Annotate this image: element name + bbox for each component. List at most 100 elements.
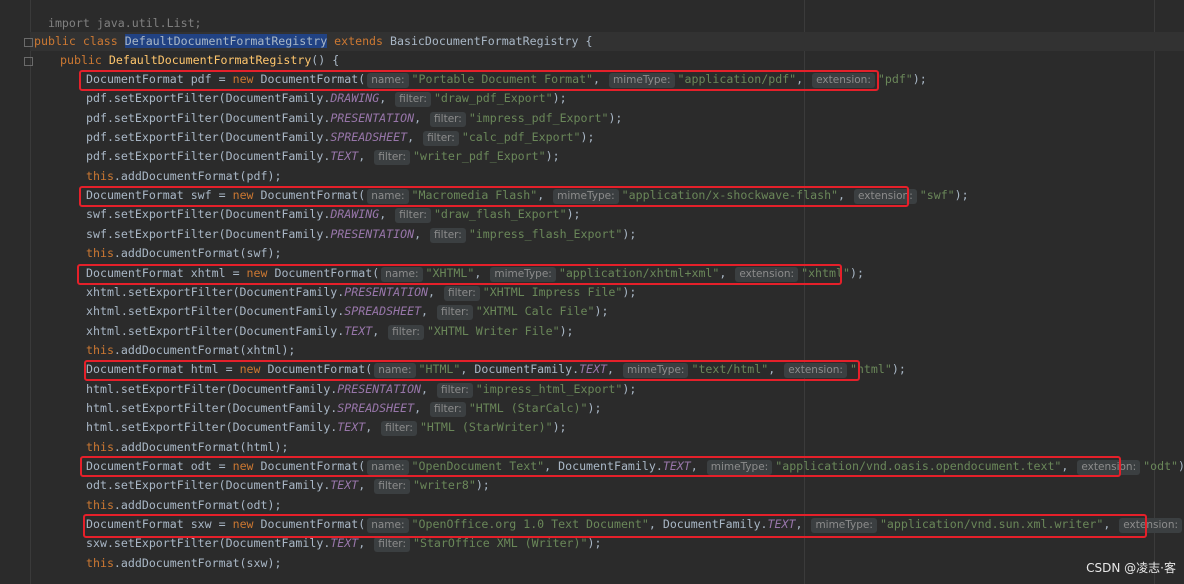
- string-literal: "pdf": [877, 72, 913, 86]
- param-hint: filter:: [395, 92, 431, 108]
- code-text: );: [594, 304, 609, 319]
- code-text: swf.setExportFilter(DocumentFamily.: [86, 207, 331, 222]
- code-text: xhtml.setExportFilter(DocumentFamily.: [86, 323, 345, 338]
- code-text: pdf.setExportFilter(DocumentFamily.: [86, 130, 331, 145]
- code-line-xhtml-f2: xhtml.setExportFilter(DocumentFamily.SPR…: [86, 302, 608, 321]
- class-modifiers: public class: [34, 34, 118, 48]
- code-line-html-add: this.addDocumentFormat(html);: [86, 438, 288, 457]
- string-literal: "draw_pdf_Export": [433, 91, 553, 106]
- enum-constant: TEXT: [330, 536, 359, 551]
- code-text: );: [545, 149, 560, 164]
- highlight-box-swf: [79, 186, 909, 207]
- extends-keyword: extends: [334, 34, 384, 48]
- code-text: );: [608, 110, 623, 125]
- code-text: xhtml.setExportFilter(DocumentFamily.: [86, 284, 345, 299]
- param-hint: filter:: [395, 208, 431, 224]
- param-hint: filter:: [374, 537, 410, 553]
- param-hint: filter:: [430, 111, 466, 127]
- code-text: );: [891, 362, 906, 377]
- enum-constant: TEXT: [337, 420, 366, 435]
- code-text: ,: [428, 284, 442, 299]
- code-text: ,: [421, 304, 436, 319]
- code-text: );: [587, 400, 602, 415]
- code-text: .addDocumentFormat(sxw);: [113, 555, 282, 570]
- enum-constant: TEXT: [330, 478, 359, 493]
- code-text: );: [1178, 459, 1184, 473]
- param-hint: filter:: [430, 227, 466, 243]
- string-literal: "calc_pdf_Export": [461, 130, 581, 145]
- string-literal: "StarOffice XML (Writer)": [412, 536, 588, 551]
- code-text: ,: [414, 226, 429, 241]
- string-literal: "odt": [1143, 459, 1179, 473]
- code-text: html.setExportFilter(DocumentFamily.: [86, 420, 338, 435]
- class-declaration-line: public class DefaultDocumentFormatRegist…: [34, 32, 592, 51]
- code-line-xhtml-f1: xhtml.setExportFilter(DocumentFamily.PRE…: [86, 283, 636, 302]
- string-literal: "draw_flash_Export": [433, 207, 567, 222]
- code-line-html-f1: html.setExportFilter(DocumentFamily.PRES…: [86, 380, 636, 399]
- fold-marker-class[interactable]: [24, 38, 33, 47]
- code-text: pdf.setExportFilter(DocumentFamily.: [86, 110, 331, 125]
- code-text: ,: [414, 110, 429, 125]
- fold-marker-ctor[interactable]: [24, 57, 33, 66]
- code-text: xhtml.setExportFilter(DocumentFamily.: [86, 304, 345, 319]
- class-name-selected[interactable]: DefaultDocumentFormatRegistry: [124, 34, 328, 48]
- editor-gutter: [0, 0, 31, 584]
- keyword: this: [86, 342, 114, 357]
- param-hint: filter:: [437, 382, 473, 398]
- import-line: import java.util.List;: [34, 0, 202, 30]
- string-literal: "impress_pdf_Export": [468, 110, 609, 125]
- code-line-pdf-f1: pdf.setExportFilter(DocumentFamily.DRAWI…: [86, 89, 567, 108]
- code-text: .addDocumentFormat(xhtml);: [113, 342, 296, 357]
- param-hint: filter:: [381, 421, 417, 437]
- code-text: );: [622, 381, 637, 396]
- code-line-xhtml-add: this.addDocumentFormat(xhtml);: [86, 341, 295, 360]
- code-text: .addDocumentFormat(pdf);: [113, 168, 282, 183]
- enum-constant: DRAWING: [330, 91, 380, 106]
- highlight-box-html: [84, 360, 860, 381]
- code-text: html.setExportFilter(DocumentFamily.: [86, 400, 338, 415]
- watermark: CSDN @凌志·客: [1086, 561, 1176, 575]
- enum-constant: PRESENTATION: [330, 226, 415, 241]
- code-text: );: [954, 188, 969, 203]
- string-literal: "writer8": [412, 478, 476, 493]
- keyword: this: [86, 439, 114, 454]
- highlight-box-pdf: [79, 70, 879, 91]
- code-text: ,: [358, 149, 373, 164]
- code-line-xhtml-f3: xhtml.setExportFilter(DocumentFamily.TEX…: [86, 322, 574, 341]
- code-text: ,: [358, 536, 373, 551]
- code-text: );: [559, 323, 574, 338]
- param-hint: filter:: [430, 401, 466, 417]
- enum-constant: PRESENTATION: [337, 381, 422, 396]
- code-text: ,: [414, 400, 429, 415]
- ctor-rest: () {: [311, 53, 340, 67]
- code-text: .addDocumentFormat(html);: [113, 439, 289, 454]
- string-literal: "XHTML Calc File": [475, 304, 595, 319]
- code-line-swf-add: this.addDocumentFormat(swf);: [86, 244, 281, 263]
- right-margin-guide-2: [1154, 0, 1155, 584]
- code-line-odt-add: this.addDocumentFormat(odt);: [86, 496, 281, 515]
- code-line-pdf-f4: pdf.setExportFilter(DocumentFamily.TEXT,…: [86, 147, 560, 166]
- enum-constant: PRESENTATION: [344, 284, 429, 299]
- enum-constant: TEXT: [344, 323, 373, 338]
- enum-constant: SPREADSHEET: [344, 304, 422, 319]
- code-text: );: [912, 72, 927, 86]
- code-text: ,: [358, 478, 373, 493]
- code-line-swf-f2: swf.setExportFilter(DocumentFamily.PRESE…: [86, 225, 636, 244]
- keyword: this: [86, 168, 114, 183]
- code-text: );: [580, 130, 595, 145]
- string-literal: "writer_pdf_Export": [412, 149, 546, 164]
- code-text: );: [849, 265, 864, 280]
- string-literal: "HTML (StarWriter)": [419, 420, 553, 435]
- string-literal: "swf": [919, 188, 955, 203]
- code-text: );: [552, 91, 567, 106]
- code-text: odt.setExportFilter(DocumentFamily.: [86, 478, 331, 493]
- code-text: .addDocumentFormat(odt);: [113, 497, 282, 512]
- enum-constant: PRESENTATION: [330, 110, 415, 125]
- code-text: swf.setExportFilter(DocumentFamily.: [86, 226, 331, 241]
- enum-constant: SPREADSHEET: [330, 130, 408, 145]
- code-text: ,: [365, 420, 380, 435]
- code-line-sxw-add: this.addDocumentFormat(sxw);: [86, 554, 281, 573]
- code-line-pdf-f2: pdf.setExportFilter(DocumentFamily.PRESE…: [86, 109, 622, 128]
- keyword: this: [86, 246, 114, 261]
- import-text: import java.util.List;: [47, 16, 202, 30]
